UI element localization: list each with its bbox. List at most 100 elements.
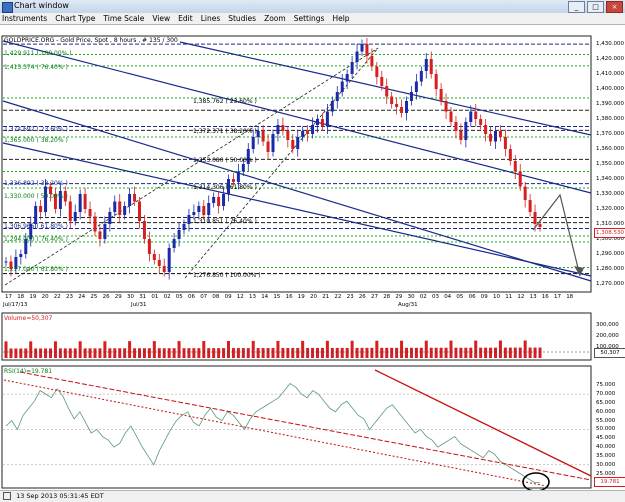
volume-bar [533, 347, 537, 358]
date-tick-label: 05 [456, 294, 464, 300]
volume-bar [370, 347, 374, 358]
candle-body [469, 111, 473, 122]
candle-body [385, 86, 389, 97]
candle-body [281, 125, 285, 131]
left-fib-label: 1,336.892 ( 38.20% ) [4, 180, 68, 187]
candle-body [484, 125, 488, 134]
volume-bar [147, 348, 151, 358]
price-tick-label: 1,370.000 [596, 131, 624, 137]
candle-body [518, 171, 522, 187]
rsi-tick-label: 40.000 [596, 444, 616, 451]
volume-bar [231, 348, 235, 358]
volume-bar [118, 348, 122, 358]
price-tick-label: 1,420.000 [596, 56, 624, 62]
candle-body [192, 212, 196, 215]
volume-bar [454, 347, 458, 358]
date-tick-label: 24 [78, 294, 86, 300]
candle-body [78, 194, 82, 212]
date-tick-label: 22 [53, 294, 61, 300]
candle-body [138, 201, 141, 221]
volume-bar [53, 341, 57, 358]
candle-body [444, 101, 448, 112]
volume-bar [251, 340, 255, 358]
month-label: Aug/31 [398, 302, 418, 308]
volume-tick-label: 200,000 [596, 333, 619, 339]
date-tick-label: 11 [505, 294, 513, 300]
date-tick-label: 07 [200, 294, 208, 300]
price-axis: 1,430.000 1,420.000 1,410.000 1,400.000 1,39… [592, 37, 625, 292]
rsi-tick-label: 60.000 [596, 408, 616, 415]
volume-bar [58, 348, 62, 358]
candle-body [405, 101, 408, 113]
rsi-tick-label: 70.000 [596, 391, 616, 398]
candle-body [301, 131, 305, 137]
candle-body [147, 239, 151, 254]
candle-body [118, 201, 122, 215]
candle-body [83, 194, 87, 209]
current-price-badge: 1,308.530 [594, 228, 625, 238]
rsi-tick-label: 30.000 [596, 461, 616, 468]
volume-bar [518, 347, 522, 358]
candle-body [123, 206, 127, 215]
candle-body [503, 137, 507, 149]
candle-body [88, 209, 92, 217]
volume-bar [424, 340, 428, 358]
volume-bar [182, 348, 186, 358]
candle-body [414, 81, 418, 92]
volume-bar [439, 347, 443, 358]
volume-bar [489, 347, 493, 358]
volume-bar [320, 347, 324, 358]
candle-body [345, 74, 349, 82]
candle-body [157, 260, 161, 266]
volume-current-badge: 50,307 [594, 348, 625, 358]
left-fib-label: 1,365.000 ( 38.20% ) [4, 137, 68, 144]
date-tick-label: 04 [444, 294, 452, 300]
candle-body [73, 212, 77, 221]
volume-bar [508, 347, 512, 358]
volume-bar [246, 348, 250, 358]
volume-bar [498, 340, 502, 358]
price-tick-label: 1,350.000 [596, 161, 624, 167]
volume-bar [444, 347, 448, 358]
volume-bar [340, 347, 344, 358]
candle-body [142, 221, 146, 239]
price-tick-label: 1,310.000 [596, 221, 624, 227]
rsi-tick-label: 65.000 [596, 399, 616, 406]
candle-body [424, 59, 428, 71]
month-label: Jul/31 [131, 302, 147, 308]
volume-bar [4, 341, 8, 358]
fib-label: 1,310.851 ( 76.40% ) [193, 218, 257, 225]
candle-body [212, 197, 216, 203]
candle-body [276, 125, 280, 134]
date-tick-label: 23 [66, 294, 73, 300]
date-tick-label: 06 [188, 294, 195, 300]
volume-bar [29, 341, 33, 358]
volume-bar [316, 347, 319, 358]
date-tick-label: 13 [249, 294, 256, 300]
date-tick-label: 19 [29, 294, 37, 300]
volume-bar [409, 347, 413, 358]
fib-label: 1,372.371 ( 38.20% ) [193, 128, 257, 135]
candle-body [395, 104, 399, 107]
candle-body [128, 194, 132, 206]
price-tick-label: 1,290.000 [596, 251, 624, 257]
volume-bar [222, 348, 226, 358]
candle-body [172, 239, 176, 248]
left-fib-label: 1,277.040 ( 61.80% ) [4, 266, 68, 273]
left-fib-label: 1,294.000 ( 76.40% ) [4, 236, 68, 243]
candle-body [187, 215, 191, 224]
volume-bar [380, 347, 384, 358]
status-bar: 13 Sep 2013 05:31:45 EDT [0, 490, 625, 502]
volume-bar [241, 348, 245, 358]
volume-bar [261, 348, 265, 358]
candle-body [291, 140, 295, 149]
candle-body [439, 89, 443, 101]
left-fib-label: 1,330.000 ( 50.00% ) [4, 193, 68, 200]
volume-bar [172, 348, 176, 358]
month-label: Jul/17/13 [3, 302, 28, 308]
date-tick-label: 20 [310, 294, 317, 300]
volume-tick-label: 300,000 [596, 322, 619, 328]
left-fib-label: 1,374.692 ( 23.60% ) [4, 126, 68, 133]
date-tick-label: 09 [224, 294, 232, 300]
chart-canvas[interactable] [0, 0, 625, 501]
